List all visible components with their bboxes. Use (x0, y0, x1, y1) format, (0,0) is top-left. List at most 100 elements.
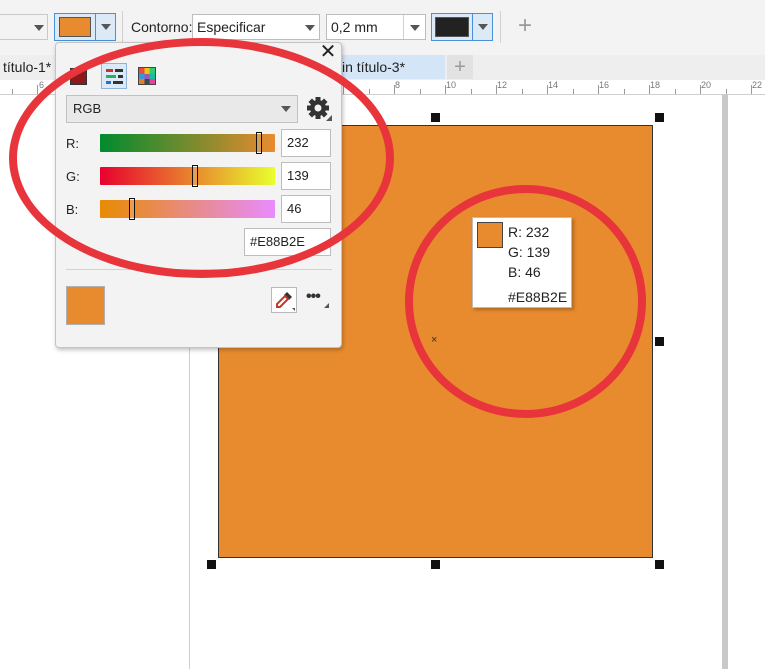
blue-channel-label: B: (66, 202, 79, 217)
outline-color-swatch (435, 17, 469, 37)
more-options-icon[interactable]: ••• (306, 288, 329, 311)
ruler-label: 8 (395, 80, 401, 90)
fill-color-picker[interactable] (54, 13, 116, 41)
ruler-tick (12, 89, 13, 94)
red-value-input[interactable]: 232 (281, 129, 331, 157)
color-info-tooltip: R: 232 G: 139 B: 46 #E88B2E (472, 217, 572, 308)
palette-glyph (139, 79, 155, 84)
color-palettes-icon[interactable] (136, 65, 158, 87)
ruler-label: 12 (497, 80, 508, 90)
popup-divider (66, 269, 332, 270)
red-channel-label: R: (66, 136, 79, 151)
plus-icon[interactable]: + (515, 12, 535, 40)
ruler-tick (675, 89, 676, 94)
close-icon[interactable]: ✕ (318, 42, 338, 62)
toolbar-separator (122, 11, 123, 43)
selection-handle-bottom-middle[interactable] (431, 560, 440, 569)
blue-slider-thumb[interactable] (129, 198, 135, 220)
hex-value-text: #E88B2E (250, 234, 305, 249)
ruler-tick (573, 89, 574, 94)
green-channel-slider[interactable] (100, 165, 275, 187)
outline-width-value: 0,2 mm (331, 19, 378, 35)
ruler-label: 14 (548, 80, 559, 90)
chevron-down-icon (281, 106, 291, 112)
center-x-mark-icon: × (431, 334, 438, 346)
left-dropdown-button[interactable] (0, 14, 48, 40)
tab-label: título-1* (3, 59, 52, 75)
split-divider (95, 14, 96, 40)
color-picker-popup: ✕ RGB R: 232 G: 139 B: 46 #E88B2E ••• (55, 42, 342, 348)
tooltip-hex-value: #E88B2E (508, 289, 568, 305)
selection-handle-top-middle[interactable] (431, 113, 440, 122)
chevron-down-icon (410, 25, 420, 31)
selection-handle-bottom-right[interactable] (655, 560, 664, 569)
outline-label: Contorno: (131, 19, 193, 35)
red-channel-slider[interactable] (100, 132, 275, 154)
toolbar-separator (500, 11, 501, 43)
chevron-down-icon (305, 25, 315, 31)
green-value-text: 139 (287, 168, 309, 183)
chevron-down-icon (478, 24, 488, 30)
split-divider (403, 15, 404, 39)
color-sliders-icon[interactable] (101, 63, 127, 89)
color-model-value: RGB (73, 101, 102, 116)
ruler-label: 18 (650, 80, 661, 90)
outline-color-picker[interactable] (431, 13, 493, 41)
ruler-tick (343, 85, 344, 94)
gear-icon-graphic (307, 97, 332, 121)
tooltip-green-value: G: 139 (508, 244, 551, 260)
current-color-swatch (66, 286, 105, 325)
ruler-tick (471, 89, 472, 94)
ruler-tick (726, 89, 727, 94)
slider-glyph (113, 81, 123, 84)
outline-width-select[interactable]: 0,2 mm (326, 14, 426, 40)
ruler-tick (522, 89, 523, 94)
eyedropper-icon (276, 292, 295, 311)
eyedropper-button[interactable] (271, 287, 297, 313)
chevron-down-icon (34, 25, 44, 31)
tab-label: in título-3* (342, 59, 406, 75)
slider-glyph (106, 75, 116, 78)
tooltip-color-swatch (477, 222, 503, 248)
ruler-label: 6 (39, 80, 45, 90)
hex-value-input[interactable]: #E88B2E (244, 228, 331, 256)
ruler-tick (37, 85, 38, 94)
selection-handle-top-right[interactable] (655, 113, 664, 122)
selection-handle-bottom-left[interactable] (207, 560, 216, 569)
color-viewers-icon[interactable] (68, 65, 90, 87)
ruler-label: 16 (599, 80, 610, 90)
chevron-down-icon (101, 24, 111, 30)
blue-channel-slider[interactable] (100, 198, 275, 220)
tooltip-red-value: R: 232 (508, 224, 550, 240)
color-model-select[interactable]: RGB (66, 95, 298, 123)
page-shadow (722, 95, 728, 669)
ruler-tick (369, 89, 370, 94)
selection-handle-middle-right[interactable] (655, 337, 664, 346)
blue-value-input[interactable]: 46 (281, 195, 331, 223)
new-tab-plus-icon[interactable]: + (447, 55, 473, 79)
slider-glyph (106, 69, 113, 72)
tooltip-blue-value: B: 46 (508, 264, 541, 280)
red-value-text: 232 (287, 135, 309, 150)
outline-style-select[interactable]: Especificar (192, 14, 320, 40)
green-channel-label: G: (66, 169, 80, 184)
slider-glyph (106, 81, 111, 84)
ruler-tick (420, 89, 421, 94)
split-divider (472, 14, 473, 40)
gear-icon[interactable] (306, 95, 332, 123)
green-value-input[interactable]: 139 (281, 162, 331, 190)
corner-indicator (324, 303, 329, 308)
green-slider-thumb[interactable] (192, 165, 198, 187)
ruler-tick (624, 89, 625, 94)
slider-glyph (115, 69, 123, 72)
slider-glyph (118, 75, 123, 78)
ruler-label: 20 (701, 80, 712, 90)
more-dots: ••• (306, 288, 321, 305)
tab-document-3[interactable]: in título-3* (340, 55, 445, 79)
color-viewer-glyph (70, 68, 87, 85)
red-slider-thumb[interactable] (256, 132, 262, 154)
ruler-label: 10 (446, 80, 457, 90)
outline-style-value: Especificar (197, 19, 266, 35)
ruler-label: 22 (752, 80, 763, 90)
fill-color-swatch (59, 17, 91, 37)
